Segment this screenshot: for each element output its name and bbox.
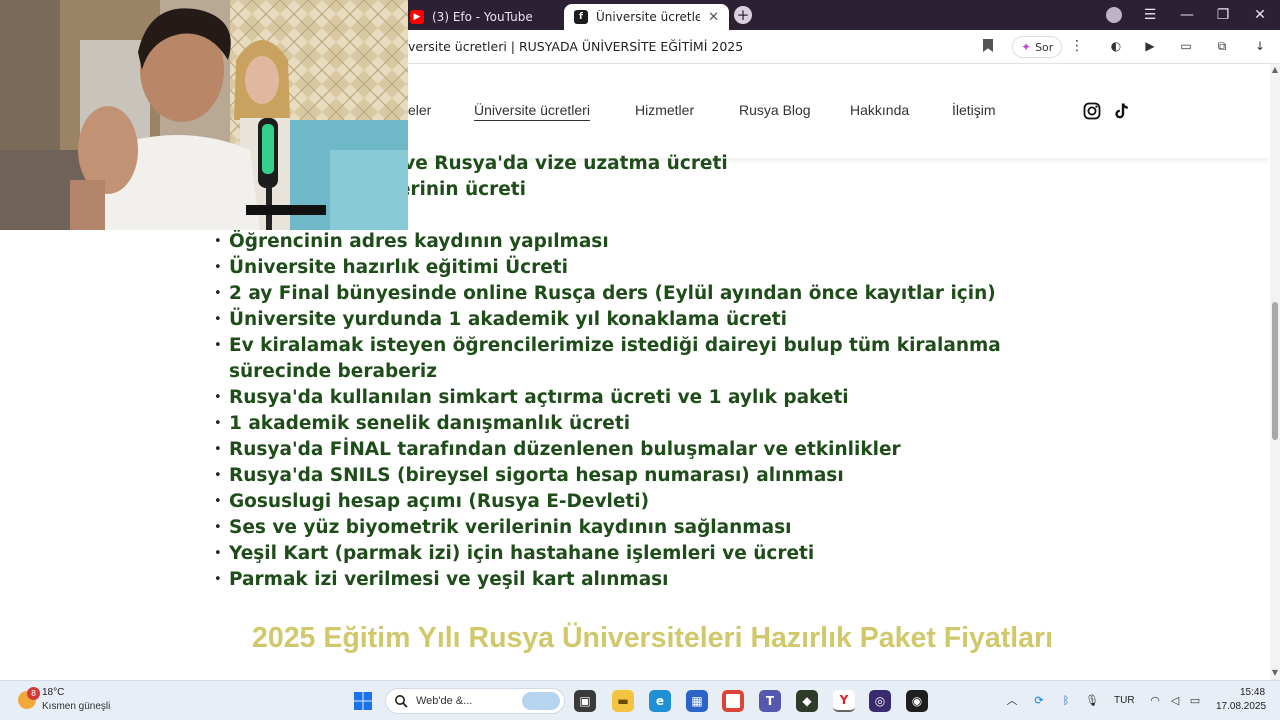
list-item: Rusya'da SNILS (bireysel sigorta hesap n…: [214, 463, 1094, 489]
taskbar: 8 18°C Kısmen güneşli Web'de &... ▣ ▬ e …: [0, 680, 1280, 720]
wifi-icon[interactable]: ◠: [1148, 694, 1162, 708]
microphone-icon[interactable]: 🎙: [1085, 694, 1099, 708]
section-title: 2025 Eğitim Yılı Rusya Üniversiteleri Ha…: [252, 622, 1054, 654]
tab-label: (3) Efo - YouTube: [432, 10, 533, 24]
weather-temperature: 18°C: [42, 687, 65, 698]
minimize-icon[interactable]: —: [1169, 0, 1205, 30]
list-item: Rusya'da FİNAL tarafından düzenlenen bul…: [214, 437, 1094, 463]
list-item: Ses ve yüz biyometrik verilerinin kaydın…: [214, 515, 1094, 541]
obs-icon[interactable]: ◉: [906, 690, 928, 712]
final-icon: f: [574, 10, 588, 24]
nav-item-hizmetler[interactable]: Hizmetler: [635, 102, 694, 118]
extensions-icon[interactable]: ⧉: [1214, 38, 1230, 54]
nav-item-rusya-blog[interactable]: Rusya Blog: [739, 102, 811, 118]
windows-start-icon[interactable]: [352, 690, 374, 712]
ask-ai-button[interactable]: ✦ Sor: [1012, 36, 1063, 58]
battery-icon[interactable]: ▭: [1188, 694, 1202, 708]
clock-time[interactable]: 15:48: [1240, 687, 1265, 698]
game-icon[interactable]: ◆: [796, 690, 818, 712]
search-placeholder: Web'de &...: [416, 695, 473, 707]
scroll-up-icon[interactable]: ▲: [1271, 66, 1279, 74]
url-field[interactable]: versite ücretleri | RUSYADA ÜNİVERSİTE E…: [408, 39, 743, 54]
list-item: Üniversite yurdunda 1 akademik yıl konak…: [214, 307, 1094, 333]
close-tab-icon[interactable]: ✕: [708, 10, 719, 25]
nav-item-partial[interactable]: eler: [408, 102, 431, 118]
list-item: Rusya'da kullanılan simkart açtırma ücre…: [214, 385, 1094, 411]
scrollbar-thumb[interactable]: [1272, 302, 1278, 440]
volume-icon[interactable]: ◁: [1168, 694, 1182, 708]
taskbar-search[interactable]: Web'de &...: [385, 688, 565, 714]
scroll-down-icon[interactable]: ▼: [1271, 669, 1279, 677]
download-icon[interactable]: ↓: [1252, 38, 1268, 54]
language-indicator[interactable]: TUR: [1114, 695, 1135, 706]
youtube-icon: ▶: [410, 10, 424, 24]
webcam-overlay: [0, 0, 408, 230]
tab-universite-ucretleri[interactable]: f Üniversite ücretleri | RU ✕: [564, 4, 729, 30]
list-item: 1 akademik senelik danışmanlık ücreti: [214, 411, 1094, 437]
clock-date[interactable]: 17.08.2025: [1216, 701, 1266, 712]
battery-saver-icon[interactable]: ▭: [1178, 38, 1194, 54]
webcam-image: [0, 0, 408, 230]
weather-condition: Kısmen güneşli: [42, 701, 111, 712]
bluetooth-icon[interactable]: ᛒ: [1059, 694, 1073, 708]
new-tab-button[interactable]: +: [734, 6, 752, 24]
list-item: Ev kiralamak isteyen öğrencilerimize ist…: [214, 333, 1094, 385]
menu-icon[interactable]: ☰: [1132, 0, 1168, 30]
chrome-icon[interactable]: [722, 690, 744, 712]
yandex-browser-icon[interactable]: Y: [833, 690, 855, 712]
notification-badge: 8: [27, 687, 40, 700]
nav-item-hakkinda[interactable]: Hakkında: [850, 102, 909, 118]
tiktok-icon[interactable]: [1113, 102, 1131, 120]
edge-icon[interactable]: e: [649, 690, 671, 712]
list-item: Öğrencinin adres kaydının yapılması: [214, 229, 1094, 255]
alice-assistant-icon[interactable]: ◎: [869, 690, 891, 712]
nav-item-iletisim[interactable]: İletişim: [952, 102, 996, 118]
list-item: Gosuslugi hesap açımı (Rusya E-Devleti): [214, 489, 1094, 515]
file-explorer-icon[interactable]: ▬: [612, 690, 634, 712]
list-item: 2 ay Final bünyesinde online Rusça ders …: [214, 281, 1094, 307]
search-highlight-image: [522, 692, 560, 710]
sync-icon[interactable]: ⟳: [1032, 694, 1046, 708]
instagram-icon[interactable]: [1083, 102, 1101, 120]
screen: ▶ (3) Efo - YouTube f Üniversite ücretle…: [0, 0, 1280, 720]
more-options-icon[interactable]: ⋮: [1070, 38, 1084, 54]
show-hidden-icons-icon[interactable]: ︿: [1005, 694, 1019, 708]
restore-icon[interactable]: ❐: [1205, 0, 1241, 30]
tab-label: Üniversite ücretleri | RU: [596, 10, 701, 24]
teams-icon[interactable]: T: [759, 690, 781, 712]
list-item: Yeşil Kart (parmak izi) için hastahane i…: [214, 541, 1094, 567]
bookmark-icon[interactable]: [983, 39, 993, 52]
tab-youtube[interactable]: ▶ (3) Efo - YouTube: [400, 4, 560, 30]
search-icon: [395, 695, 408, 708]
close-window-icon[interactable]: ✕: [1242, 0, 1278, 30]
ask-label: Sor: [1035, 40, 1054, 54]
profile-avatar-icon[interactable]: [1106, 7, 1122, 23]
task-view-icon[interactable]: ▣: [574, 690, 596, 712]
list-item: Parmak izi verilmesi ve yeşil kart alınm…: [214, 567, 1094, 593]
list-item: Üniversite hazırlık eğitimi Ücreti: [214, 255, 1094, 281]
planet-icon[interactable]: ◐: [1108, 38, 1124, 54]
store-icon[interactable]: ▦: [686, 690, 708, 712]
nav-item-universite-ucretleri[interactable]: Üniversite ücretleri: [474, 102, 590, 121]
sparkle-icon: ✦: [1021, 40, 1032, 54]
play-icon[interactable]: ▶: [1142, 38, 1158, 54]
